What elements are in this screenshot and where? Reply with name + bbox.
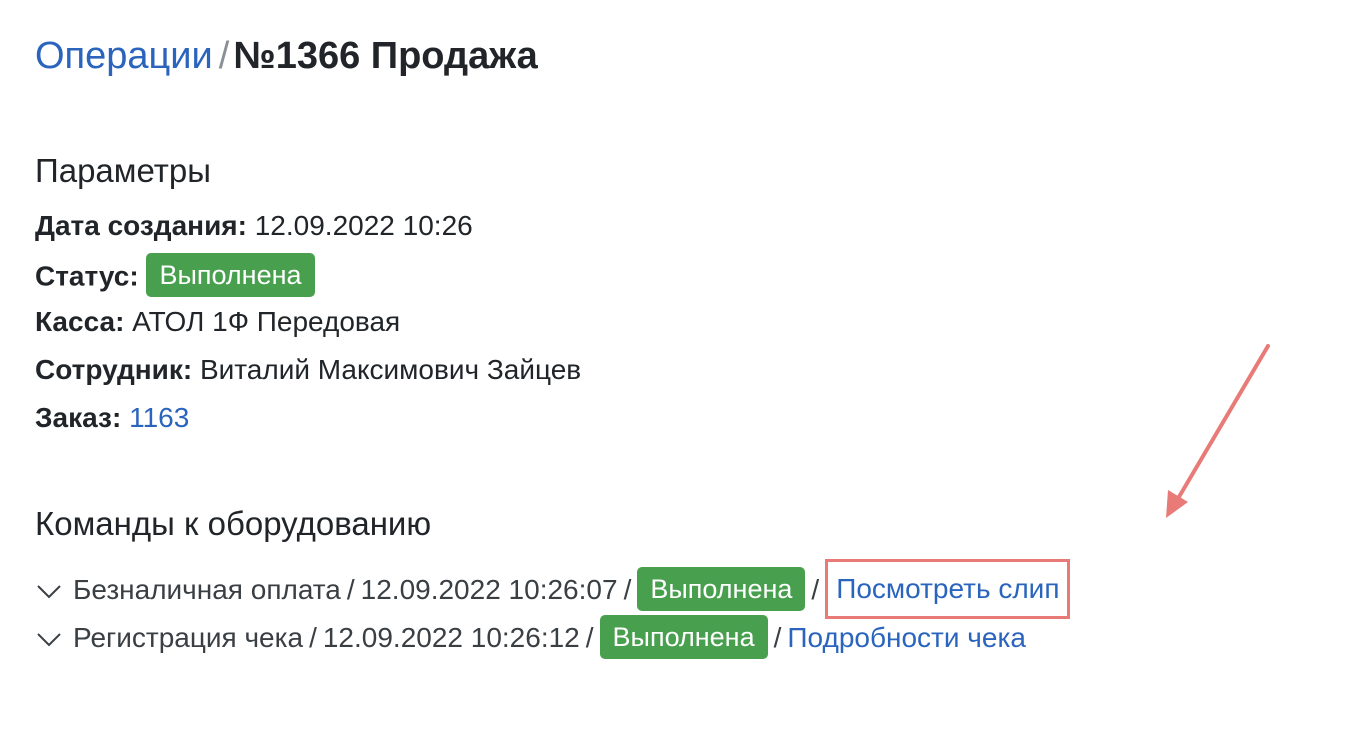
order-link[interactable]: 1163 [129,402,189,433]
param-created: Дата создания: 12.09.2022 10:26 [35,208,473,244]
command-separator: / [346,574,355,605]
created-value: 12.09.2022 10:26 [254,210,473,241]
page-title: Операции / №1366 Продажа [35,32,538,80]
command-status-badge: Выполнена [599,614,768,659]
command-datetime: 12.09.2022 10:26:12 [322,622,580,653]
receipt-details-link[interactable]: Подробности чека [787,622,1025,653]
params-heading: Параметры [35,152,211,190]
view-slip-link[interactable]: Посмотреть слип [836,573,1059,604]
breadcrumb-current: №1366 Продажа [233,35,538,77]
command-name: Безналичная оплата [73,574,341,605]
status-badge: Выполнена [146,253,315,297]
command-status-badge: Выполнена [637,566,806,611]
command-separator: / [773,622,782,653]
chevron-down-icon[interactable] [35,622,63,650]
annotation-highlight-box: Посмотреть слип [825,559,1071,619]
command-separator: / [623,574,632,605]
kassa-label: Касса: [35,306,125,337]
command-name: Регистрация чека [73,622,304,653]
status-label: Статус: [35,260,139,292]
commands-heading: Команды к оборудованию [35,505,432,543]
param-employee: Сотрудник: Виталий Максимович Зайцев [35,352,581,388]
command-separator: / [811,574,820,605]
param-status: Статус: Выполнена [35,253,315,300]
breadcrumb-separator: / [218,35,230,77]
command-datetime: 12.09.2022 10:26:07 [360,574,618,605]
order-label: Заказ: [35,402,122,433]
kassa-value: АТОЛ 1Ф Передовая [132,306,401,337]
chevron-down-icon[interactable] [35,574,63,602]
employee-value: Виталий Максимович Зайцев [199,354,582,385]
command-row: Безналичная оплата/12.09.2022 10:26:07/В… [35,559,1071,620]
param-kassa: Касса: АТОЛ 1Ф Передовая [35,304,400,340]
command-separator: / [585,622,594,653]
breadcrumb-operations-link[interactable]: Операции [35,35,213,77]
command-row: Регистрация чека/12.09.2022 10:26:12/Вып… [35,614,1026,662]
param-order: Заказ: 1163 [35,400,189,436]
command-separator: / [309,622,317,653]
employee-label: Сотрудник: [35,354,193,385]
created-label: Дата создания: [35,210,247,241]
